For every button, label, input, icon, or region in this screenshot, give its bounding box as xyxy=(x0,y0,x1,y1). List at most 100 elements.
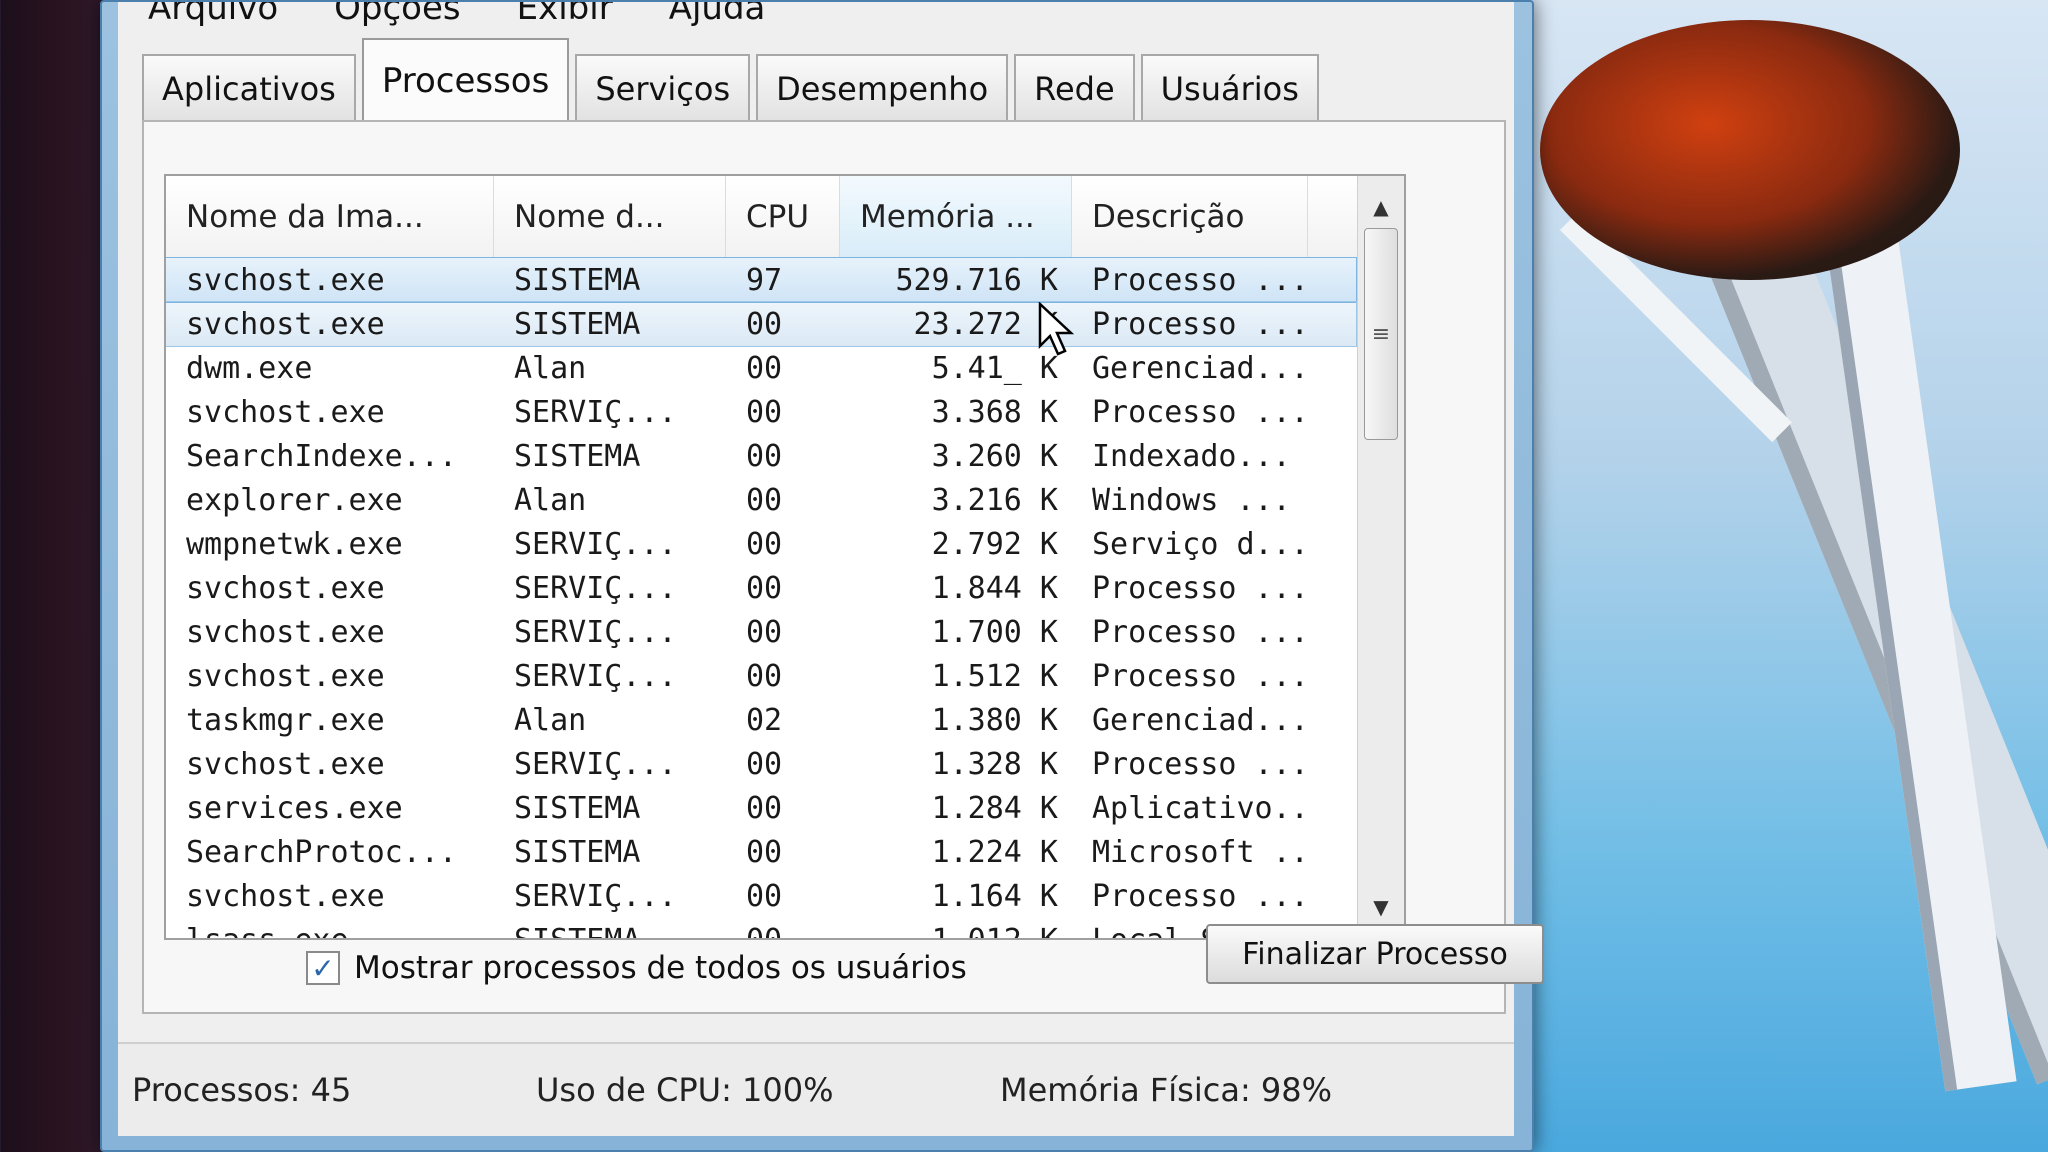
cell-memory: 1.512 K xyxy=(931,658,1058,694)
cell-image-name: svchost.exe xyxy=(186,306,385,342)
column-image-name[interactable]: Nome da Ima... xyxy=(166,176,494,258)
tab-performance[interactable]: Desempenho xyxy=(756,54,1009,120)
table-row[interactable]: svchost.exe SERVIÇ... 00 1.512 K Processo ..… xyxy=(166,654,1356,698)
cell-image-name: svchost.exe xyxy=(186,746,385,782)
process-list[interactable]: Nome da Ima... Nome d... CPU Memória ...… xyxy=(164,174,1406,940)
cell-description: Serviço d... xyxy=(1092,526,1308,562)
cell-image-name: wmpnetwk.exe xyxy=(186,526,403,562)
scroll-up-icon[interactable]: ▲ xyxy=(1358,188,1404,226)
cell-memory: 2.792 K xyxy=(931,526,1058,562)
cell-cpu: 00 xyxy=(746,658,783,694)
cell-memory: 1.380 K xyxy=(931,702,1058,738)
cell-cpu: 00 xyxy=(746,834,783,870)
cell-description: Processo ... xyxy=(1092,878,1308,914)
grip-icon: ≡ xyxy=(1371,321,1391,347)
tab-users[interactable]: Usuários xyxy=(1140,54,1319,120)
cell-user-name: SISTEMA xyxy=(514,922,641,940)
cell-user-name: SERVIÇ... xyxy=(514,570,677,606)
cell-memory: 1.012 K xyxy=(931,922,1058,940)
menu-view[interactable]: Exibir xyxy=(517,2,613,28)
cell-description: Indexado... xyxy=(1092,438,1291,474)
scrollbar-thumb[interactable]: ≡ xyxy=(1364,228,1398,440)
cell-description: Gerenciad... xyxy=(1092,350,1308,386)
table-row[interactable]: svchost.exe SERVIÇ... 00 1.700 K Processo ..… xyxy=(166,610,1356,654)
menu-help[interactable]: Ajuda xyxy=(669,2,766,28)
tab-processes[interactable]: Processos xyxy=(361,38,570,120)
cell-cpu: 00 xyxy=(746,438,783,474)
task-manager-window: Arquivo Opções Exibir Ajuda Aplicativos … xyxy=(100,0,1544,1152)
cell-user-name: SERVIÇ... xyxy=(514,614,677,650)
cell-description: Gerenciad... xyxy=(1092,702,1308,738)
cell-image-name: dwm.exe xyxy=(186,350,313,386)
cell-description: Microsoft ... xyxy=(1092,834,1308,870)
column-description[interactable]: Descrição xyxy=(1072,176,1308,258)
cell-user-name: SERVIÇ... xyxy=(514,526,677,562)
tab-applications[interactable]: Aplicativos xyxy=(142,54,356,120)
table-row[interactable]: svchost.exe SISTEMA 00 23.272 K Processo ... xyxy=(166,301,1357,347)
table-row[interactable]: explorer.exe Alan 00 3.216 K Windows ... xyxy=(166,478,1356,522)
cell-image-name: svchost.exe xyxy=(186,658,385,694)
table-row[interactable]: services.exe SISTEMA 00 1.284 K Aplicativo..… xyxy=(166,786,1356,830)
scroll-down-icon[interactable]: ▼ xyxy=(1358,888,1404,926)
cell-user-name: SERVIÇ... xyxy=(514,878,677,914)
cell-cpu: 00 xyxy=(746,614,783,650)
tab-services[interactable]: Serviços xyxy=(575,54,751,120)
menu-bar: Arquivo Opções Exibir Ajuda xyxy=(118,2,1544,40)
cell-description: Processo ... xyxy=(1092,306,1308,342)
cell-user-name: SERVIÇ... xyxy=(514,394,677,430)
table-row[interactable]: svchost.exe SERVIÇ... 00 1.844 K Processo ..… xyxy=(166,566,1356,610)
table-row[interactable]: svchost.exe SISTEMA 97 529.716 K Processo ..… xyxy=(166,257,1357,303)
column-cpu[interactable]: CPU xyxy=(726,176,840,258)
tab-network[interactable]: Rede xyxy=(1014,54,1135,120)
cell-memory: 1.328 K xyxy=(931,746,1058,782)
cell-cpu: 00 xyxy=(746,350,783,386)
table-row[interactable]: lsass.exe SISTEMA 00 1.012 K Local Sec... xyxy=(166,918,1356,940)
show-all-processes-option[interactable]: ✓ Mostrar processos de todos os usuários xyxy=(306,950,967,986)
tab-strip: Aplicativos Processos Serviços Desempenh… xyxy=(142,38,1325,120)
column-user-name[interactable]: Nome d... xyxy=(494,176,726,258)
table-row[interactable]: svchost.exe SERVIÇ... 00 1.328 K Processo ..… xyxy=(166,742,1356,786)
cell-user-name: SISTEMA xyxy=(514,438,641,474)
cell-description: Processo ... xyxy=(1092,394,1308,430)
cell-image-name: SearchIndexe... xyxy=(186,438,457,474)
table-row[interactable]: svchost.exe SERVIÇ... 00 3.368 K Processo ..… xyxy=(166,390,1356,434)
column-memory[interactable]: Memória ... xyxy=(840,176,1072,258)
table-row[interactable]: wmpnetwk.exe SERVIÇ... 00 2.792 K Serviço d.… xyxy=(166,522,1356,566)
cell-memory: 1.164 K xyxy=(931,878,1058,914)
menu-file[interactable]: Arquivo xyxy=(148,2,278,28)
table-row[interactable]: taskmgr.exe Alan 02 1.380 K Gerenciad... xyxy=(166,698,1356,742)
mouse-pointer-icon xyxy=(1038,302,1075,356)
cell-cpu: 97 xyxy=(746,262,783,298)
cell-cpu: 00 xyxy=(746,746,783,782)
show-all-checkbox[interactable]: ✓ xyxy=(306,951,340,985)
status-bar: Processos: 45 Uso de CPU: 100% Memória F… xyxy=(118,1042,1514,1136)
cell-memory: 1.844 K xyxy=(931,570,1058,606)
cell-image-name: taskmgr.exe xyxy=(186,702,385,738)
status-processes: Processos: 45 xyxy=(132,1071,352,1109)
cell-description: Processo ... xyxy=(1092,614,1308,650)
menu-options[interactable]: Opções xyxy=(334,2,460,28)
cell-user-name: SISTEMA xyxy=(514,306,641,342)
cell-cpu: 00 xyxy=(746,570,783,606)
table-row[interactable]: dwm.exe Alan 00 5.41_ K Gerenciad... xyxy=(166,346,1356,390)
cell-image-name: svchost.exe xyxy=(186,570,385,606)
end-process-button[interactable]: Finalizar Processo xyxy=(1206,924,1544,984)
wallpaper-tower-top xyxy=(1540,20,1960,280)
process-rows: svchost.exe SISTEMA 97 529.716 K Processo ..… xyxy=(166,257,1357,940)
cell-cpu: 00 xyxy=(746,482,783,518)
table-row[interactable]: SearchProtoc... SISTEMA 00 1.224 K Microsoft… xyxy=(166,830,1356,874)
cell-cpu: 00 xyxy=(746,394,783,430)
cell-image-name: svchost.exe xyxy=(186,262,385,298)
cell-description: Processo ... xyxy=(1092,262,1308,298)
cell-user-name: Alan xyxy=(514,482,587,518)
table-row[interactable]: SearchIndexe... SISTEMA 00 3.260 K Indexado.… xyxy=(166,434,1356,478)
vertical-scrollbar[interactable]: ▲ ≡ ▼ xyxy=(1357,176,1404,938)
cell-image-name: SearchProtoc... xyxy=(186,834,457,870)
table-row[interactable]: svchost.exe SERVIÇ... 00 1.164 K Processo ..… xyxy=(166,874,1356,918)
checkmark-icon: ✓ xyxy=(311,951,335,985)
cell-description: Aplicativo... xyxy=(1092,790,1308,826)
cell-image-name: lsass.exe xyxy=(186,922,349,940)
cell-memory: 1.700 K xyxy=(931,614,1058,650)
cell-memory: 3.216 K xyxy=(931,482,1058,518)
cell-cpu: 00 xyxy=(746,878,783,914)
